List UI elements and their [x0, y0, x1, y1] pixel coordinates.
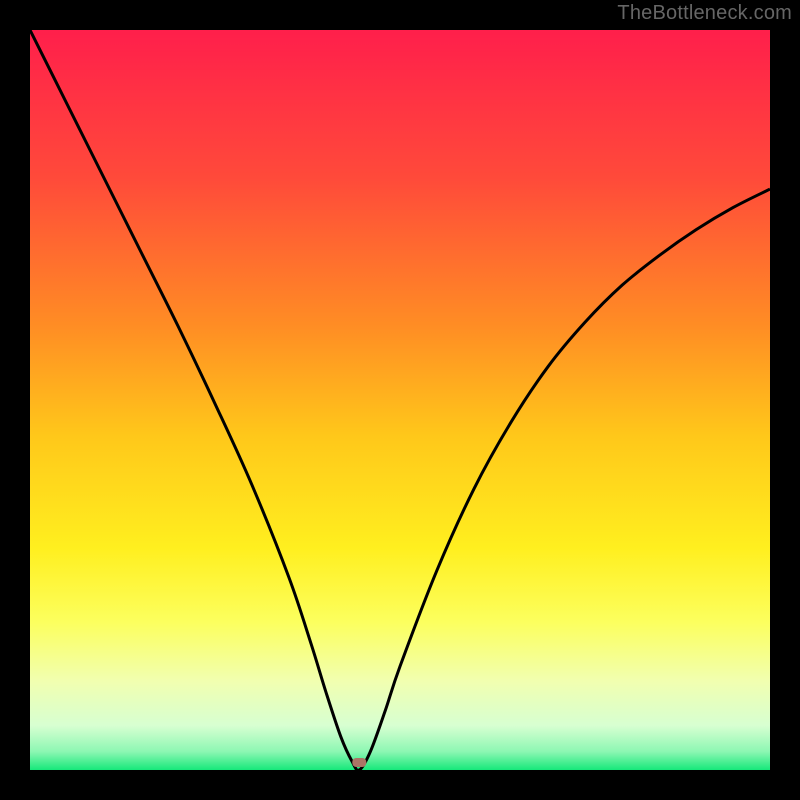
bottleneck-marker [352, 758, 366, 767]
watermark-text: TheBottleneck.com [617, 2, 792, 25]
plot-svg [30, 30, 770, 770]
chart-container: TheBottleneck.com [0, 0, 800, 800]
plot-area [30, 30, 770, 770]
gradient-background [30, 30, 770, 770]
